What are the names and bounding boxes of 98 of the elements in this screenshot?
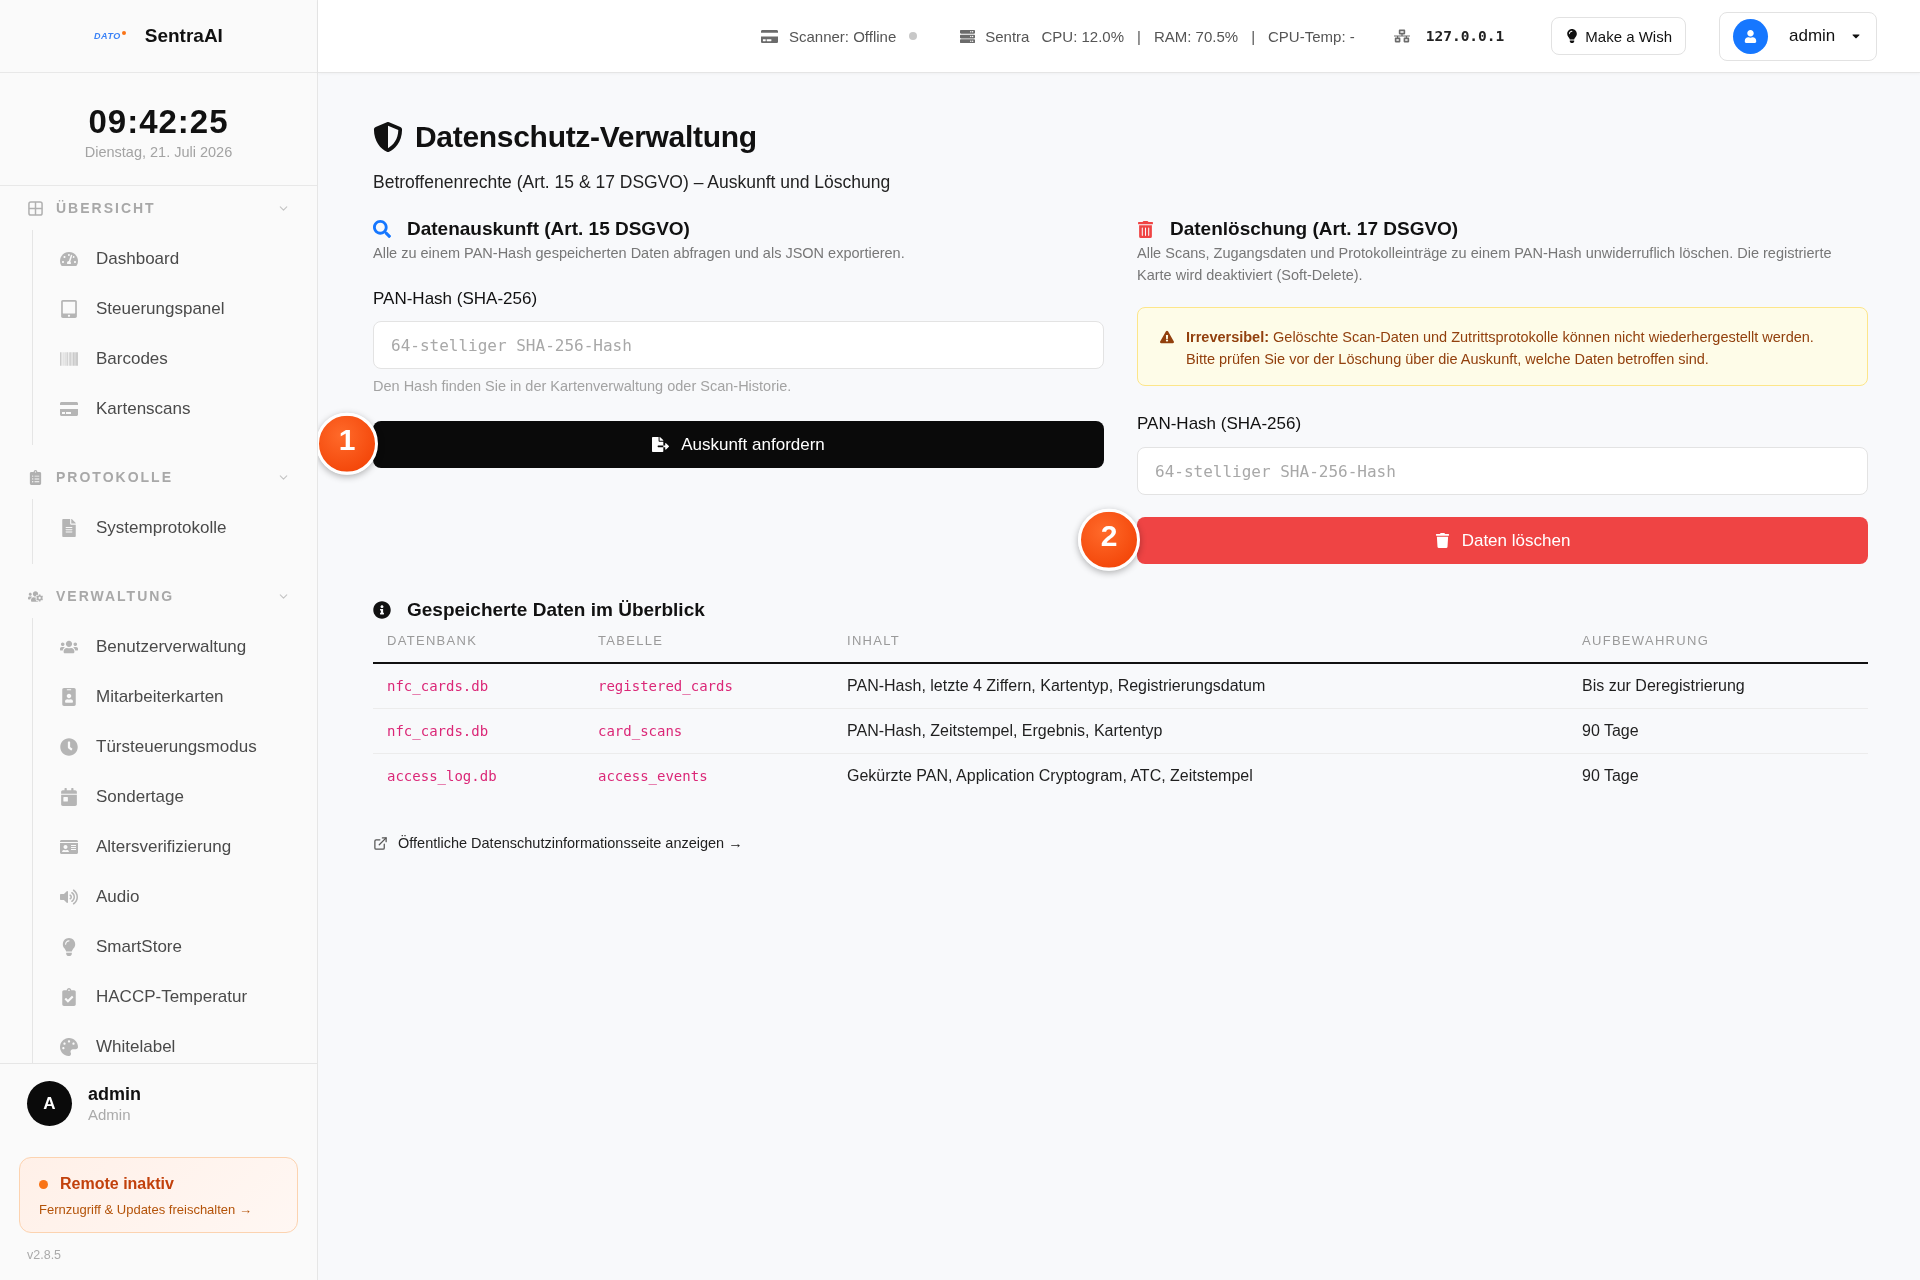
user-avatar-icon	[1733, 18, 1768, 54]
section-title: Datenlöschung (Art. 17 DSGVO)	[1170, 217, 1459, 241]
table-cell: 90 Tage	[1568, 708, 1868, 753]
card-icon	[60, 400, 78, 418]
table-cell: Bis zur Deregistrierung	[1568, 663, 1868, 708]
request-button[interactable]: Auskunft anfordern	[373, 421, 1104, 468]
clock-date: Dienstag, 21. Juli 2026	[84, 143, 233, 162]
remote-status: Remote inaktiv	[60, 1174, 174, 1194]
user-role: Admin	[88, 1104, 132, 1125]
clock-icon	[60, 738, 78, 756]
nav-item[interactable]: Audio	[33, 882, 301, 912]
id-card-icon	[60, 838, 78, 856]
table-cell: access_events	[584, 753, 833, 798]
user-menu[interactable]: admin	[1719, 11, 1877, 61]
field-label: PAN-Hash (SHA-256)	[1137, 413, 1303, 435]
file-export-icon	[652, 436, 670, 453]
bulb-icon	[1565, 29, 1580, 43]
trash-icon	[1434, 533, 1450, 548]
clipboard-check-icon	[60, 988, 78, 1006]
version-label: v2.8.5	[26, 1247, 63, 1264]
host-name: Sentra	[985, 27, 1030, 45]
system-stat: CPU: 12.0%	[1041, 27, 1124, 45]
nav-item[interactable]: Dashboard	[33, 244, 301, 274]
tablet-icon	[60, 300, 78, 318]
column-header: AUFBEWAHRUNG	[1568, 623, 1868, 663]
nav-item[interactable]: Barcodes	[33, 344, 301, 374]
step-number: 2	[1078, 508, 1140, 571]
card-icon	[760, 27, 778, 45]
section-description: Alle zu einem PAN-Hash gespeicherten Daten abfragen und als JSON exportieren.	[373, 244, 906, 263]
hash-input-field[interactable]: 64-stelliger SHA-256-Hash	[1137, 447, 1868, 495]
system-stat: |	[1137, 27, 1141, 45]
nav-item[interactable]: Benutzerverwaltung	[33, 632, 301, 662]
user-avatar: A	[27, 1081, 72, 1126]
section-description: Alle Scans, Zugangsdaten und Protokolleinträge zu einem PAN-Hash unwiderruflich löschen. Die registrierte Karte wird deaktiviert (Soft-Delete).	[1137, 244, 1833, 285]
unlock-link[interactable]: Fernzugriff & Updates freischalten →	[39, 1201, 252, 1219]
column-header: INHALT	[833, 623, 1568, 663]
nav-item[interactable]: Altersverifizierung	[33, 832, 301, 862]
table-cell: Gekürzte PAN, Application Cryptogram, ATC, Zeitstempel	[833, 753, 1568, 798]
server-icon	[960, 28, 976, 44]
document-icon	[60, 519, 78, 537]
bulb-icon	[60, 938, 78, 956]
warning-text: Irreversibel: Gelöschte Scan-Daten und Zutrittsprotokolle können nicht wiederhergestellt werden. Bitte prüfen Sie vor der Löschung über die Auskunft, welche Daten betroffen sind.	[1186, 328, 1815, 369]
table-cell: registered_cards	[584, 663, 833, 708]
table-cell: nfc_cards.db	[373, 708, 584, 753]
barcode-icon	[60, 350, 78, 368]
column-header: DATENBANK	[373, 623, 584, 663]
nav-item[interactable]: Kartenscans	[33, 394, 301, 424]
logo: DATO	[94, 30, 126, 42]
badge-icon	[60, 688, 78, 706]
network-icon	[1393, 28, 1410, 44]
palette-icon	[60, 1038, 78, 1056]
system-stat: CPU-Temp: -	[1268, 27, 1355, 45]
shield-icon	[373, 122, 403, 152]
wish-button[interactable]: Make a Wish	[1551, 17, 1686, 55]
table-cell: nfc_cards.db	[373, 663, 584, 708]
user-name: admin	[88, 1082, 141, 1105]
nav-item[interactable]: Sondertage	[33, 782, 301, 812]
gauge-icon	[60, 250, 78, 268]
nav-item[interactable]: Whitelabel	[33, 1032, 301, 1062]
ip-address: 127.0.0.1	[1425, 28, 1505, 44]
system-stat: RAM: 70.5%	[1153, 27, 1239, 45]
privacy-link[interactable]: Öffentliche Datenschutzinformationsseite anzeigen →	[373, 833, 743, 853]
users-gear-icon	[28, 588, 43, 604]
table-cell: PAN-Hash, letzte 4 Ziffern, Kartentyp, Registrierungsdatum	[833, 663, 1568, 708]
nav-item[interactable]: HACCP-Temperatur	[33, 982, 301, 1012]
table-cell: PAN-Hash, Zeitstempel, Ergebnis, Kartentyp	[833, 708, 1568, 753]
scanner-status: Scanner: Offline	[788, 27, 897, 45]
table-cell: card_scans	[584, 708, 833, 753]
hash-input-field[interactable]: 64-stelliger SHA-256-Hash	[373, 321, 1104, 369]
page-title: Datenschutz-Verwaltung	[415, 119, 757, 155]
nav-item[interactable]: Türsteuerungsmodus	[33, 732, 301, 762]
section-title: Gespeicherte Daten im Überblick	[407, 598, 705, 622]
table-cell: access_log.db	[373, 753, 584, 798]
nav-item[interactable]: Systemprotokolle	[33, 513, 301, 543]
field-hint: Den Hash finden Sie in der Kartenverwaltung oder Scan-Historie.	[373, 377, 793, 396]
brand-name: SentraAI	[144, 25, 223, 47]
table-cell: 90 Tage	[1568, 753, 1868, 798]
info-icon	[373, 601, 391, 619]
users-icon	[60, 638, 78, 656]
system-stat: |	[1251, 27, 1256, 45]
warning-icon	[1160, 330, 1174, 344]
column-header: TABELLE	[584, 623, 833, 663]
search-icon	[373, 220, 391, 238]
external-link-icon	[373, 835, 388, 851]
delete-button[interactable]: Daten löschen	[1137, 517, 1868, 564]
clipboard-icon	[28, 469, 43, 485]
calendar-icon	[60, 788, 78, 806]
section-title: Datenauskunft (Art. 15 DSGVO)	[407, 217, 690, 241]
speaker-icon	[60, 888, 78, 906]
page-subtitle: Betroffenenrechte (Art. 15 & 17 DSGVO) – Auskunft und Löschung	[373, 171, 892, 194]
nav-item[interactable]: Steuerungspanel	[33, 294, 301, 324]
nav-item[interactable]: Mitarbeiterkarten	[33, 682, 301, 712]
nav-item[interactable]: SmartStore	[33, 932, 301, 962]
trash-icon	[1137, 220, 1154, 238]
step-number: 1	[318, 412, 378, 475]
field-label: PAN-Hash (SHA-256)	[373, 288, 539, 310]
grid-icon	[28, 200, 43, 216]
clock-time: 09:42:25	[88, 102, 229, 142]
